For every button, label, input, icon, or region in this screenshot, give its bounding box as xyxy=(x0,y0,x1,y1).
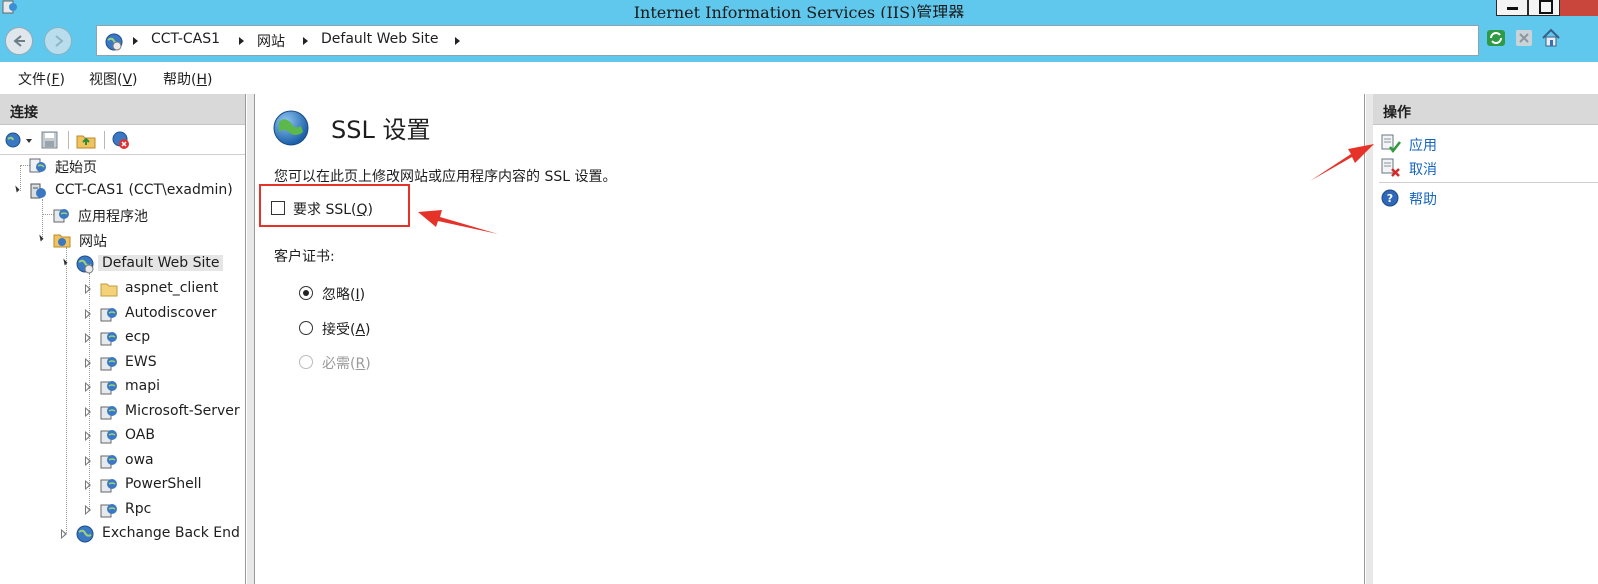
actions-separator xyxy=(1379,182,1598,183)
expand-arrow-icon[interactable] xyxy=(85,382,91,392)
application-icon xyxy=(100,455,117,469)
forward-arrow-icon xyxy=(55,35,64,47)
website-globe-icon xyxy=(273,110,309,146)
actions-pane: 操作 应用 取消 ? 帮助 xyxy=(1373,94,1598,584)
expand-arrow-icon[interactable] xyxy=(85,480,91,490)
connections-pane: 连接 起始页 CCT-CAS1 (CCT\exadmin) 应用程序池 网站 D… xyxy=(0,94,246,584)
disconnect-icon[interactable] xyxy=(110,130,132,150)
expand-arrow-icon[interactable] xyxy=(85,505,91,515)
start-page-icon xyxy=(29,158,46,173)
expand-arrow-icon[interactable] xyxy=(85,284,91,294)
stop-icon[interactable] xyxy=(1514,28,1534,48)
radio-require-label: 必需(R) xyxy=(322,356,371,372)
server-icon xyxy=(30,183,46,199)
radio-require xyxy=(299,355,313,369)
apply-icon xyxy=(1381,134,1401,154)
client-certificates-label: 客户证书: xyxy=(274,249,335,265)
address-bar[interactable]: CCT-CAS1 网站 Default Web Site xyxy=(96,25,1479,56)
close-button[interactable] xyxy=(1560,0,1598,16)
application-icon xyxy=(100,406,117,420)
radio-accept[interactable] xyxy=(299,321,313,335)
breadcrumb-server[interactable]: CCT-CAS1 xyxy=(151,31,220,47)
maximize-button[interactable] xyxy=(1528,0,1560,16)
connections-tree: 起始页 CCT-CAS1 (CCT\exadmin) 应用程序池 网站 Defa… xyxy=(0,155,245,584)
refresh-icon[interactable] xyxy=(1486,28,1506,48)
right-splitter[interactable] xyxy=(1366,94,1373,584)
breadcrumb-separator-icon xyxy=(133,37,138,45)
connect-globe-dropdown-icon[interactable] xyxy=(4,131,34,149)
expand-arrow-icon[interactable] xyxy=(85,431,91,441)
expand-arrow-icon[interactable] xyxy=(85,309,91,319)
svg-text:?: ? xyxy=(1387,192,1393,205)
app-pool-icon xyxy=(53,209,69,223)
application-icon xyxy=(100,504,117,518)
menu-bar: 文件(F) 视图(V) 帮助(H) xyxy=(0,62,1598,94)
expand-arrow-icon[interactable] xyxy=(85,333,91,343)
title-bar: Internet Information Services (IIS)管理器 xyxy=(0,0,1598,22)
application-icon xyxy=(100,357,117,371)
action-cancel[interactable]: 取消 xyxy=(1409,159,1437,179)
annotation-highlight-box xyxy=(259,184,410,227)
radio-ignore-label[interactable]: 忽略(I) xyxy=(322,284,365,304)
website-globe-icon xyxy=(76,255,94,274)
menu-view[interactable]: 视图(V) xyxy=(89,69,138,89)
radio-ignore[interactable] xyxy=(299,286,313,300)
application-icon xyxy=(100,430,117,444)
folder-icon xyxy=(100,283,118,297)
left-splitter[interactable] xyxy=(247,94,254,584)
website-globe-icon xyxy=(76,525,94,543)
save-icon[interactable] xyxy=(40,131,60,149)
expand-arrow-icon[interactable] xyxy=(85,407,91,417)
menu-file[interactable]: 文件(F) xyxy=(18,69,65,89)
expand-arrow-icon[interactable] xyxy=(85,358,91,368)
minimize-button[interactable] xyxy=(1496,0,1528,16)
connections-toolbar xyxy=(0,125,245,155)
help-icon: ? xyxy=(1381,189,1399,207)
application-icon xyxy=(100,332,117,346)
collapse-arrow-icon[interactable] xyxy=(12,185,20,193)
expand-arrow-icon[interactable] xyxy=(85,456,91,466)
application-icon xyxy=(100,479,117,493)
page-description: 您可以在此页上修改网站或应用程序内容的 SSL 设置。 xyxy=(274,169,617,185)
expand-arrow-icon[interactable] xyxy=(61,529,67,539)
page-title: SSL 设置 xyxy=(331,116,431,144)
breadcrumb-default-web-site[interactable]: Default Web Site xyxy=(321,31,438,47)
radio-accept-label[interactable]: 接受(A) xyxy=(322,319,371,339)
ssl-settings-pane: SSL 设置 您可以在此页上修改网站或应用程序内容的 SSL 设置。 要求 SS… xyxy=(254,94,1365,584)
home-icon[interactable] xyxy=(1541,28,1561,48)
connections-header: 连接 xyxy=(0,94,245,125)
back-arrow-icon xyxy=(13,35,25,47)
breadcrumb-separator-icon xyxy=(239,37,244,45)
globe-icon xyxy=(105,33,123,51)
address-row: CCT-CAS1 网站 Default Web Site xyxy=(0,18,1598,62)
breadcrumb-separator-icon xyxy=(303,37,308,45)
up-folder-icon[interactable] xyxy=(75,130,97,150)
breadcrumb-separator-icon xyxy=(455,37,460,45)
application-icon xyxy=(100,308,117,322)
forward-button[interactable] xyxy=(44,27,72,55)
action-help[interactable]: 帮助 xyxy=(1409,189,1437,209)
cancel-icon xyxy=(1381,158,1400,177)
application-icon xyxy=(100,381,117,395)
menu-help[interactable]: 帮助(H) xyxy=(163,69,212,89)
actions-header: 操作 xyxy=(1373,94,1598,125)
action-apply[interactable]: 应用 xyxy=(1409,135,1437,155)
back-button[interactable] xyxy=(5,27,33,55)
breadcrumb-sites[interactable]: 网站 xyxy=(257,31,285,51)
sites-folder-icon xyxy=(53,234,71,248)
